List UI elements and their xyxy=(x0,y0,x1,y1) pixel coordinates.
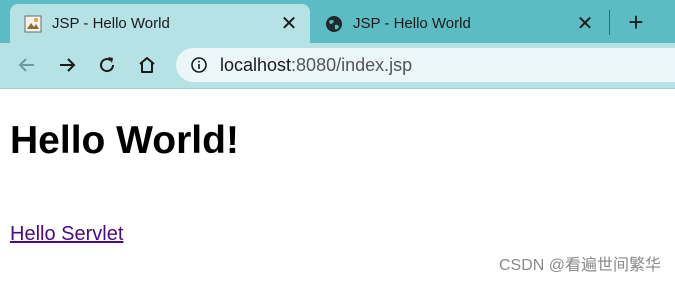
tab-title: JSP - Hello World xyxy=(52,15,170,32)
close-icon[interactable]: ✕ xyxy=(280,14,298,34)
home-icon xyxy=(139,57,155,73)
arrow-right-icon xyxy=(60,58,76,72)
arrow-left-icon xyxy=(18,58,34,72)
tab-separator xyxy=(609,10,610,35)
hello-servlet-link[interactable]: Hello Servlet xyxy=(10,224,123,244)
info-icon[interactable] xyxy=(190,56,208,74)
reload-icon xyxy=(100,57,115,73)
new-tab-button[interactable]: + xyxy=(624,7,648,37)
tab-strip: JSP - Hello World ✕ JSP - Hello World ✕ … xyxy=(0,0,675,43)
browser-toolbar: localhost:8080/index.jsp xyxy=(0,43,675,89)
url-host: localhost xyxy=(220,54,292,75)
tab-active[interactable]: JSP - Hello World ✕ xyxy=(10,4,310,43)
home-button[interactable] xyxy=(131,49,163,81)
reload-button[interactable] xyxy=(91,49,123,81)
address-bar[interactable]: localhost:8080/index.jsp xyxy=(176,48,675,82)
image-favicon-icon xyxy=(24,15,42,32)
page-heading: Hello World! xyxy=(10,119,239,162)
tab-title: JSP - Hello World xyxy=(353,15,471,32)
url-text[interactable]: localhost:8080/index.jsp xyxy=(220,55,412,76)
url-path: :8080/index.jsp xyxy=(291,54,413,75)
back-button[interactable] xyxy=(11,49,43,81)
forward-button[interactable] xyxy=(51,49,83,81)
tab-inactive[interactable]: JSP - Hello World ✕ xyxy=(312,4,606,43)
globe-icon xyxy=(326,15,342,32)
watermark: CSDN @看遍世间繁华 xyxy=(498,257,661,274)
close-icon[interactable]: ✕ xyxy=(576,14,594,34)
